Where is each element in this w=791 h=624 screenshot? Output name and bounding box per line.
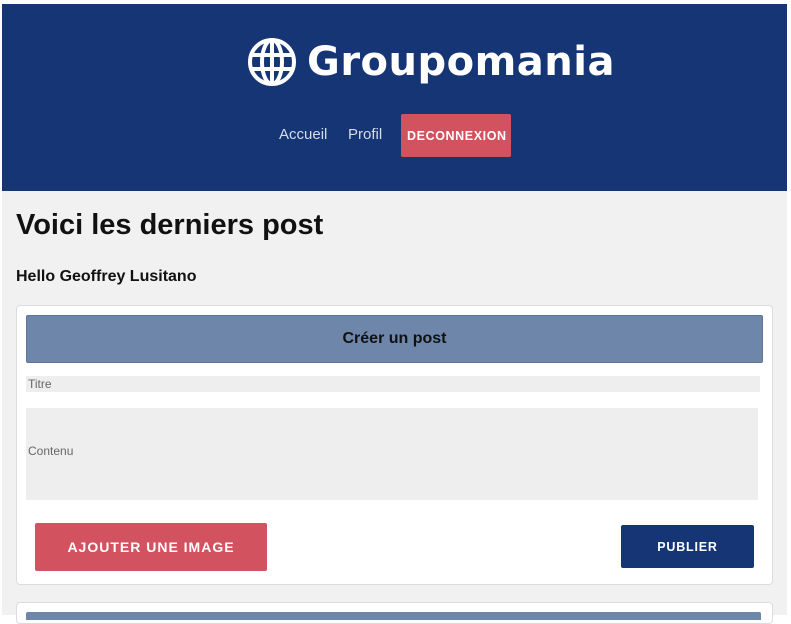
site-header: Groupomania Accueil Profil DECONNEXION — [2, 4, 787, 191]
brand-logo[interactable]: Groupomania — [247, 35, 615, 89]
post-card-header — [26, 612, 761, 620]
post-content-input[interactable] — [26, 408, 758, 500]
main-nav: Accueil Profil DECONNEXION — [2, 114, 787, 157]
post-card — [16, 602, 773, 624]
nav-link-profile[interactable]: Profil — [348, 126, 382, 143]
create-post-card: Créer un post AJOUTER UNE IMAGE PUBLIER — [16, 305, 773, 585]
post-title-input[interactable] — [26, 376, 760, 392]
create-post-header: Créer un post — [26, 315, 763, 363]
user-greeting: Hello Geoffrey Lusitano — [16, 268, 197, 285]
main-content: Voici les derniers post Hello Geoffrey L… — [2, 191, 787, 624]
add-image-button[interactable]: AJOUTER UNE IMAGE — [35, 523, 267, 571]
page-title: Voici les derniers post — [16, 209, 324, 241]
publish-button[interactable]: PUBLIER — [621, 525, 754, 568]
logout-button[interactable]: DECONNEXION — [401, 114, 511, 157]
nav-link-home[interactable]: Accueil — [279, 126, 327, 143]
globe-icon — [247, 37, 297, 87]
brand-name: Groupomania — [307, 39, 615, 85]
